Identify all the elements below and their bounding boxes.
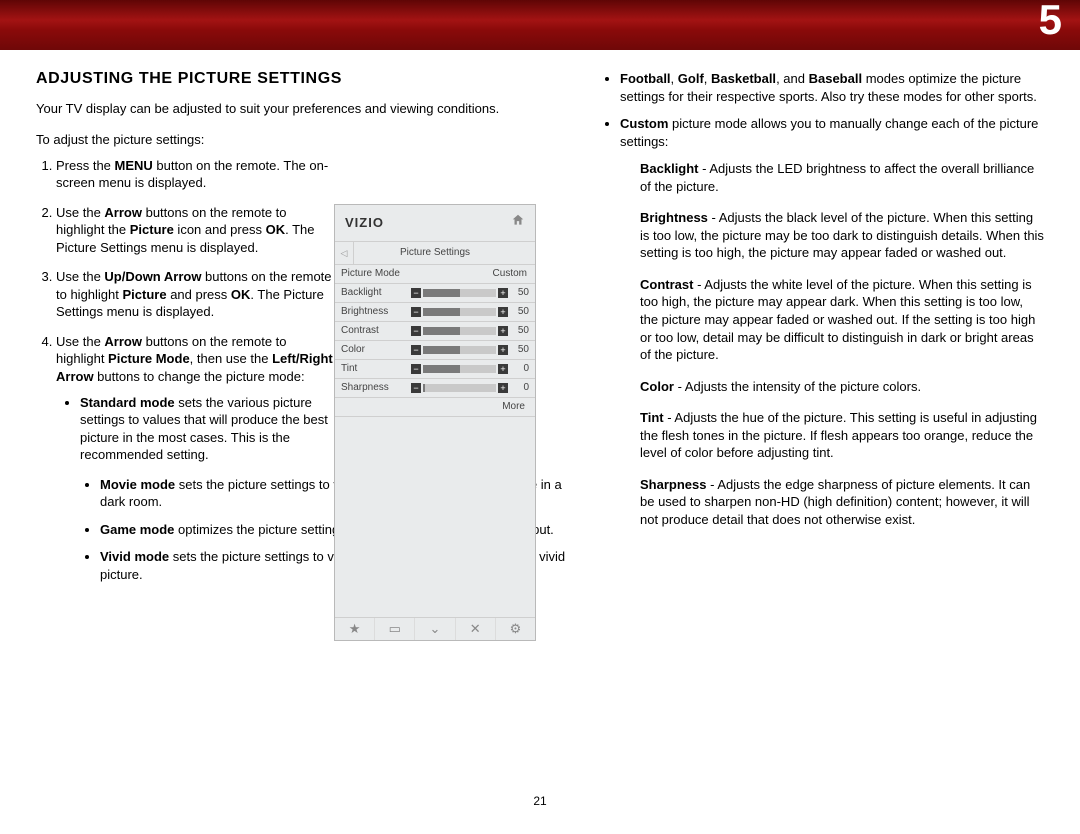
minus-icon: −: [411, 288, 421, 298]
osd-row-picture-mode: Picture Mode Custom: [335, 265, 535, 284]
def-brightness: Brightness - Adjusts the black level of …: [640, 209, 1044, 262]
minus-icon: −: [411, 364, 421, 374]
osd-row-contrast: Contrast − + 50: [335, 322, 535, 341]
osd-row-brightness: Brightness − + 50: [335, 303, 535, 322]
step-3: Use the Up/Down Arrow buttons on the rem…: [56, 268, 336, 321]
plus-icon: +: [498, 345, 508, 355]
home-icon: [511, 213, 525, 227]
osd-row-color: Color − + 50: [335, 341, 535, 360]
more-label: More: [502, 398, 525, 416]
star-icon: ★: [335, 618, 375, 640]
page-title: ADJUSTING THE PICTURE SETTINGS: [36, 70, 536, 88]
mode-list-narrow: Standard mode sets the various picture s…: [56, 394, 336, 464]
plus-icon: +: [498, 288, 508, 298]
steps-list: Press the MENU button on the remote. The…: [36, 157, 336, 464]
osd-row-value: 50: [508, 341, 529, 359]
osd-row-value: 0: [508, 379, 529, 397]
setting-definitions: Backlight - Adjusts the LED brightness t…: [640, 160, 1044, 528]
osd-row-backlight: Backlight − + 50: [335, 284, 535, 303]
mode-sports: Football, Golf, Basketball, and Baseball…: [620, 70, 1044, 105]
slider: − +: [411, 365, 508, 373]
page-body: ADJUSTING THE PICTURE SETTINGS Your TV d…: [36, 70, 1044, 814]
step-4: Use the Arrow buttons on the remote to h…: [56, 333, 336, 464]
intro-text: Your TV display can be adjusted to suit …: [36, 100, 536, 118]
osd-row-label: Picture Mode: [341, 265, 411, 283]
chapter-header: 5: [0, 0, 1080, 50]
osd-row-label: Sharpness: [341, 379, 411, 397]
osd-row-label: Contrast: [341, 322, 411, 340]
slider: − +: [411, 384, 508, 392]
osd-row-value: 50: [508, 284, 529, 302]
step-1: Press the MENU button on the remote. The…: [56, 157, 336, 192]
right-bullet-list: Football, Golf, Basketball, and Baseball…: [584, 70, 1044, 150]
page-number: 21: [36, 794, 1044, 808]
osd-row-value: 50: [508, 303, 529, 321]
def-color: Color - Adjusts the intensity of the pic…: [640, 378, 1044, 396]
osd-row-more: More: [335, 398, 535, 417]
step-2: Use the Arrow buttons on the remote to h…: [56, 204, 336, 257]
gear-icon: ⚙: [496, 618, 535, 640]
osd-screenshot: VIZIO ◁ Picture Settings Picture Mode Cu…: [334, 204, 536, 641]
chapter-number: 5: [1039, 0, 1062, 44]
lead-text: To adjust the picture settings:: [36, 132, 536, 147]
osd-logo: VIZIO: [345, 215, 384, 230]
osd-title: Picture Settings: [400, 247, 470, 258]
osd-row-label: Color: [341, 341, 411, 359]
osd-title-row: ◁ Picture Settings: [335, 242, 535, 265]
osd-row-tint: Tint − + 0: [335, 360, 535, 379]
osd-row-label: Tint: [341, 360, 411, 378]
minus-icon: −: [411, 307, 421, 317]
osd-row-label: Brightness: [341, 303, 411, 321]
osd-row-value: 0: [508, 360, 529, 378]
slider: − +: [411, 308, 508, 316]
plus-icon: +: [498, 326, 508, 336]
def-backlight: Backlight - Adjusts the LED brightness t…: [640, 160, 1044, 195]
close-icon: ✕: [456, 618, 496, 640]
def-tint: Tint - Adjusts the hue of the picture. T…: [640, 409, 1044, 462]
def-contrast: Contrast - Adjusts the white level of th…: [640, 276, 1044, 364]
minus-icon: −: [411, 345, 421, 355]
slider: − +: [411, 289, 508, 297]
minus-icon: −: [411, 383, 421, 393]
plus-icon: +: [498, 364, 508, 374]
plus-icon: +: [498, 383, 508, 393]
minus-icon: −: [411, 326, 421, 336]
osd-row-sharpness: Sharpness − + 0: [335, 379, 535, 398]
chevron-down-icon: ⌄: [415, 618, 455, 640]
mode-standard: Standard mode sets the various picture s…: [80, 394, 336, 464]
slider: − +: [411, 346, 508, 354]
def-sharpness: Sharpness - Adjusts the edge sharpness o…: [640, 476, 1044, 529]
plus-icon: +: [498, 307, 508, 317]
osd-header: VIZIO: [335, 205, 535, 242]
osd-row-value: 50: [508, 322, 529, 340]
osd-row-label: Backlight: [341, 284, 411, 302]
wide-icon: ▭: [375, 618, 415, 640]
mode-custom: Custom picture mode allows you to manual…: [620, 115, 1044, 150]
osd-footer: ★ ▭ ⌄ ✕ ⚙: [335, 617, 535, 640]
right-column: Football, Golf, Basketball, and Baseball…: [584, 70, 1044, 542]
osd-row-value: Custom: [411, 265, 529, 283]
back-icon: ◁: [335, 242, 354, 264]
slider: − +: [411, 327, 508, 335]
